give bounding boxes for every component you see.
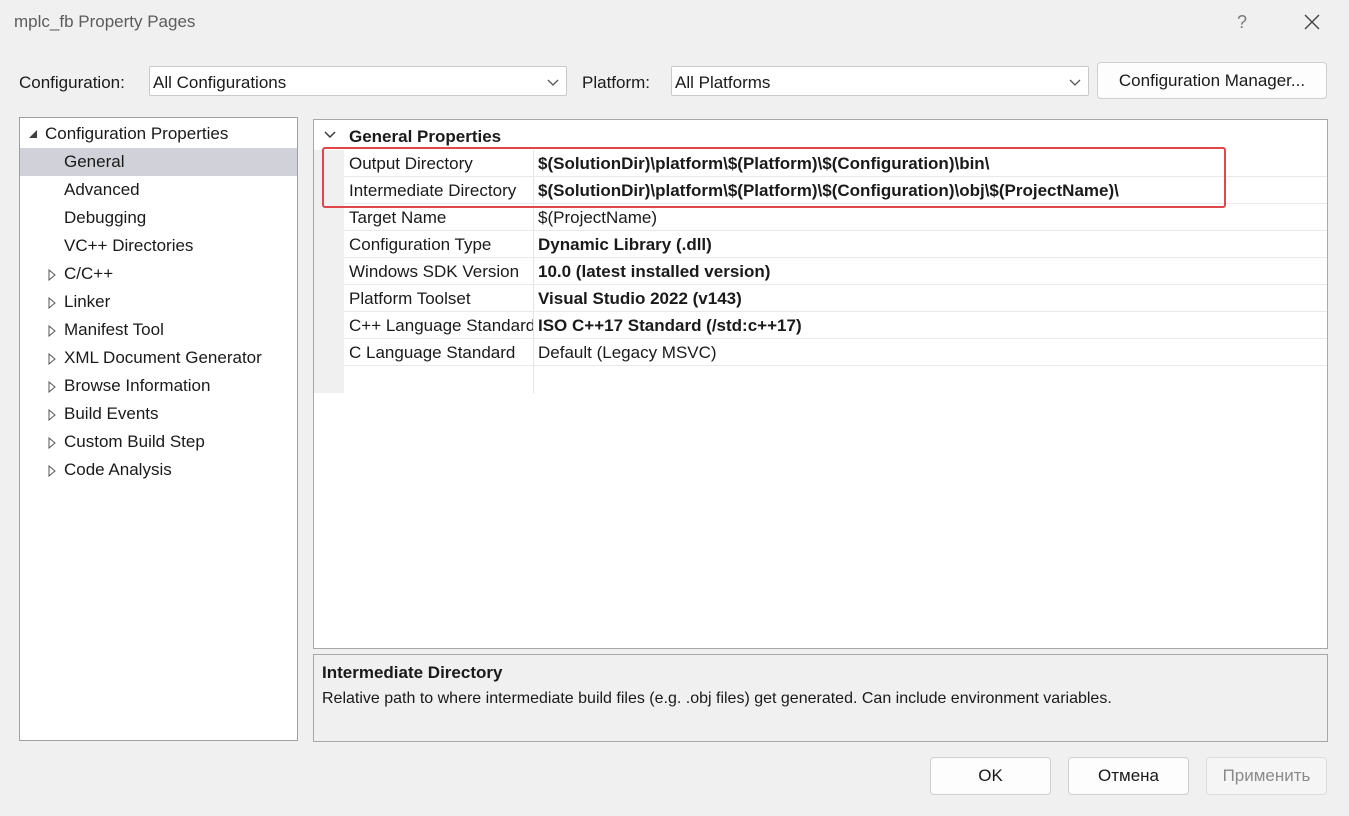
title-bar: mplc_fb Property Pages ? <box>0 0 1349 46</box>
property-value: Dynamic Library (.dll) <box>538 235 712 254</box>
tree-item-label: Code Analysis <box>64 460 172 479</box>
tree-item-label: Linker <box>64 292 111 311</box>
configuration-select[interactable]: All Configurations <box>149 66 567 96</box>
tree-item-label: Build Events <box>64 404 159 423</box>
property-value: 10.0 (latest installed version) <box>538 262 771 281</box>
property-row-windows-sdk-version[interactable]: Windows SDK Version 10.0 (latest install… <box>344 258 1327 285</box>
ok-button[interactable]: OK <box>930 757 1051 795</box>
property-row-cpp-language-standard[interactable]: C++ Language Standard ISO C++17 Standard… <box>344 312 1327 339</box>
tree-item-browse-information[interactable]: Browse Information <box>20 372 297 400</box>
tree-item-general[interactable]: General <box>20 148 297 176</box>
window-title: mplc_fb Property Pages <box>14 12 196 31</box>
property-name: Windows SDK Version <box>349 262 520 281</box>
property-row-target-name[interactable]: Target Name $(ProjectName) <box>344 204 1327 231</box>
triangle-right-icon[interactable] <box>47 325 57 337</box>
triangle-right-icon[interactable] <box>47 409 57 421</box>
tree-item-build-events[interactable]: Build Events <box>20 400 297 428</box>
property-tree: Configuration Properties General Advance… <box>19 117 298 741</box>
property-value: Visual Studio 2022 (v143) <box>538 289 742 308</box>
tree-item-vc-directories[interactable]: VC++ Directories <box>20 232 297 260</box>
property-value: Default (Legacy MSVC) <box>538 343 717 362</box>
chevron-down-icon[interactable] <box>323 130 337 140</box>
property-value: ISO C++17 Standard (/std:c++17) <box>538 316 802 335</box>
property-name: C Language Standard <box>349 343 516 362</box>
tree-item-label: Configuration Properties <box>45 124 229 143</box>
section-title: General Properties <box>349 127 502 146</box>
triangle-right-icon[interactable] <box>47 381 57 393</box>
property-name: Configuration Type <box>349 235 492 254</box>
configuration-label: Configuration: <box>19 73 125 92</box>
tree-item-custom-build-step[interactable]: Custom Build Step <box>20 428 297 456</box>
tree-item-label: Browse Information <box>64 376 211 395</box>
cancel-button[interactable]: Отмена <box>1068 757 1189 795</box>
tree-item-linker[interactable]: Linker <box>20 288 297 316</box>
section-header[interactable]: General Properties <box>314 120 1327 150</box>
property-name: Target Name <box>349 208 447 227</box>
configuration-value: All Configurations <box>153 73 287 92</box>
triangle-right-icon[interactable] <box>47 269 57 281</box>
tree-item-label: General <box>64 152 125 171</box>
tree-item-advanced[interactable]: Advanced <box>20 176 297 204</box>
apply-button[interactable]: Применить <box>1206 757 1327 795</box>
tree-item-label: VC++ Directories <box>64 236 194 255</box>
question-mark-icon: ? <box>1236 12 1247 32</box>
description-title: Intermediate Directory <box>322 663 503 682</box>
property-name: C++ Language Standard <box>349 316 533 335</box>
tree-item-label: Debugging <box>64 208 147 227</box>
help-button[interactable]: ? <box>1226 8 1258 36</box>
tree-item-c-cpp[interactable]: C/C++ <box>20 260 297 288</box>
property-row-c-language-standard[interactable]: C Language Standard Default (Legacy MSVC… <box>344 339 1327 366</box>
triangle-right-icon[interactable] <box>47 297 57 309</box>
tree-item-debugging[interactable]: Debugging <box>20 204 297 232</box>
property-value: $(ProjectName) <box>538 208 658 227</box>
property-name: Platform Toolset <box>349 289 471 308</box>
property-row-configuration-type[interactable]: Configuration Type Dynamic Library (.dll… <box>344 231 1327 258</box>
triangle-right-icon[interactable] <box>47 353 57 365</box>
tree-item-label: XML Document Generator <box>64 348 262 367</box>
tree-item-manifest-tool[interactable]: Manifest Tool <box>20 316 297 344</box>
property-row-platform-toolset[interactable]: Platform Toolset Visual Studio 2022 (v14… <box>344 285 1327 312</box>
tree-item-label: Manifest Tool <box>64 320 164 339</box>
close-icon <box>1304 14 1320 30</box>
triangle-right-icon[interactable] <box>47 437 57 449</box>
description-panel: Intermediate Directory Relative path to … <box>313 654 1328 742</box>
platform-select[interactable]: All Platforms <box>671 66 1089 96</box>
platform-label: Platform: <box>582 73 651 92</box>
tree-item-label: C/C++ <box>64 264 114 283</box>
chevron-down-icon <box>547 79 559 86</box>
description-text: Relative path to where intermediate buil… <box>322 690 1112 707</box>
triangle-down-icon[interactable] <box>28 129 38 141</box>
tree-item-label: Custom Build Step <box>64 432 205 451</box>
tree-item-label: Advanced <box>64 180 140 199</box>
highlight-annotation <box>322 147 1226 208</box>
tree-item-code-analysis[interactable]: Code Analysis <box>20 456 297 484</box>
configuration-manager-button[interactable]: Configuration Manager... <box>1097 62 1327 99</box>
close-button[interactable] <box>1296 8 1328 36</box>
tree-item-configuration-properties[interactable]: Configuration Properties <box>20 120 297 148</box>
triangle-right-icon[interactable] <box>47 465 57 477</box>
tree-item-xml-document-generator[interactable]: XML Document Generator <box>20 344 297 372</box>
chevron-down-icon <box>1069 79 1081 86</box>
platform-value: All Platforms <box>675 73 771 92</box>
